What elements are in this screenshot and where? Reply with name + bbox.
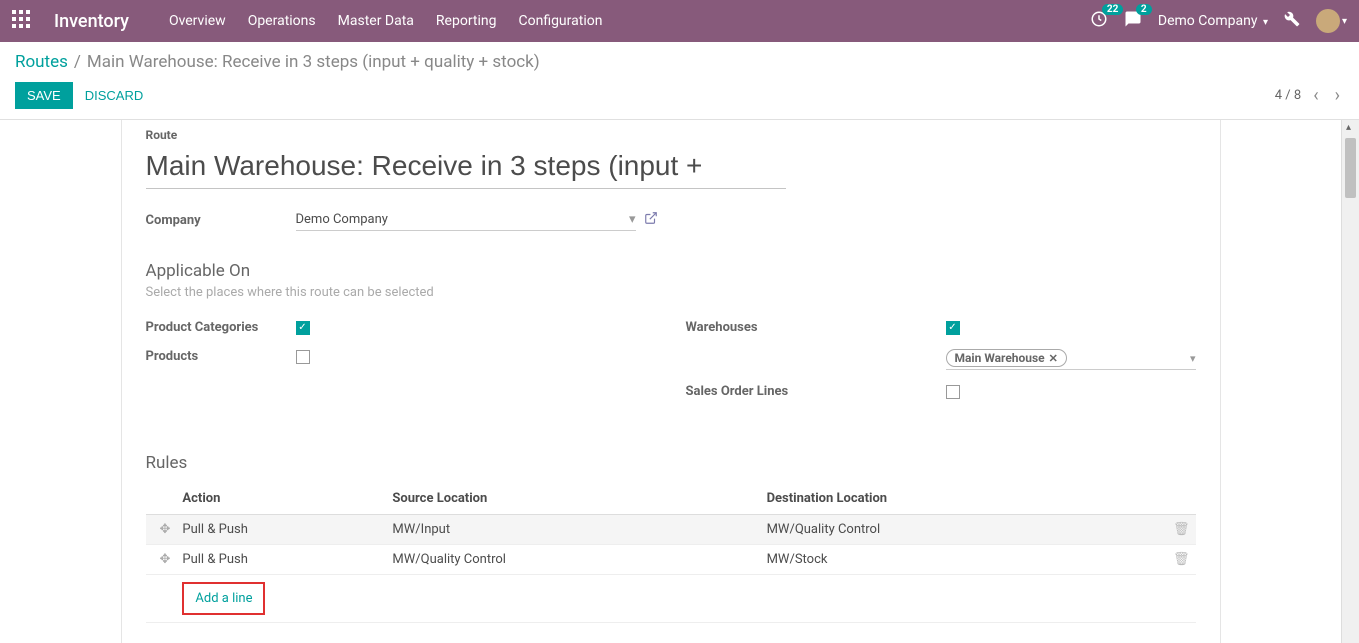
chevron-down-icon: ▾ bbox=[629, 212, 636, 227]
warehouse-tag[interactable]: Main Warehouse ✕ bbox=[946, 349, 1067, 367]
form-sheet: Route Company Demo Company ▾ Applicable … bbox=[121, 120, 1221, 643]
table-row[interactable]: ✥ Pull & Push MW/Input MW/Quality Contro… bbox=[146, 515, 1196, 545]
col-dest: Destination Location bbox=[761, 483, 1156, 515]
avatar bbox=[1316, 9, 1340, 33]
scroll-thumb[interactable] bbox=[1345, 138, 1356, 198]
action-bar: SAVE DISCARD 4 / 8 ‹ › bbox=[0, 76, 1359, 120]
pager-text: 4 / 8 bbox=[1275, 88, 1301, 103]
app-brand[interactable]: Inventory bbox=[54, 11, 129, 32]
drag-handle-icon[interactable]: ✥ bbox=[160, 552, 171, 567]
drag-handle-icon[interactable]: ✥ bbox=[160, 522, 171, 537]
breadcrumb-separator: / bbox=[74, 52, 81, 72]
messages-badge: 2 bbox=[1136, 4, 1152, 15]
chevron-down-icon: ▾ bbox=[1342, 16, 1347, 27]
breadcrumb-root[interactable]: Routes bbox=[15, 52, 68, 72]
rule-dest: MW/Quality Control bbox=[761, 515, 1156, 545]
applicable-on-desc: Select the places where this route can b… bbox=[146, 285, 1196, 300]
applicable-on-title: Applicable On bbox=[146, 261, 1196, 281]
company-switcher[interactable]: Demo Company ▾ bbox=[1158, 13, 1268, 29]
apps-icon[interactable] bbox=[12, 10, 34, 32]
scroll-up-icon[interactable]: ▴ bbox=[1346, 122, 1351, 133]
warehouse-tag-label: Main Warehouse bbox=[955, 351, 1045, 365]
trash-icon[interactable]: 🗑 bbox=[1173, 522, 1190, 537]
rule-action: Pull & Push bbox=[176, 545, 386, 575]
menu-operations[interactable]: Operations bbox=[248, 13, 316, 29]
user-menu[interactable]: ▾ bbox=[1316, 9, 1347, 33]
company-select[interactable]: Demo Company ▾ bbox=[296, 209, 636, 231]
col-source: Source Location bbox=[386, 483, 760, 515]
main-menu: Overview Operations Master Data Reportin… bbox=[169, 13, 603, 29]
company-field-label: Company bbox=[146, 213, 296, 228]
messages-icon[interactable]: 2 bbox=[1124, 10, 1142, 32]
table-row[interactable]: ✥ Pull & Push MW/Quality Control MW/Stoc… bbox=[146, 545, 1196, 575]
warehouse-tags-input[interactable]: Main Warehouse ✕ ▾ bbox=[946, 349, 1196, 370]
product-categories-label: Product Categories bbox=[146, 320, 296, 335]
breadcrumb: Routes / Main Warehouse: Receive in 3 st… bbox=[0, 42, 1359, 76]
scrollbar[interactable]: ▴ bbox=[1341, 120, 1359, 643]
rule-action: Pull & Push bbox=[176, 515, 386, 545]
rule-source: MW/Quality Control bbox=[386, 545, 760, 575]
top-navbar: Inventory Overview Operations Master Dat… bbox=[0, 0, 1359, 42]
company-label: Demo Company bbox=[1158, 13, 1258, 29]
chevron-down-icon: ▾ bbox=[1263, 17, 1268, 28]
external-link-icon[interactable] bbox=[644, 211, 658, 229]
activity-badge: 22 bbox=[1102, 4, 1123, 15]
sales-order-lines-label: Sales Order Lines bbox=[686, 384, 946, 399]
product-categories-checkbox[interactable]: ✓ bbox=[296, 321, 310, 335]
rule-dest: MW/Stock bbox=[761, 545, 1156, 575]
debug-icon[interactable] bbox=[1284, 11, 1300, 31]
discard-button[interactable]: DISCARD bbox=[85, 88, 144, 103]
rules-table: Action Source Location Destination Locat… bbox=[146, 483, 1196, 623]
breadcrumb-current: Main Warehouse: Receive in 3 steps (inpu… bbox=[87, 52, 540, 72]
warehouses-checkbox[interactable]: ✓ bbox=[946, 321, 960, 335]
menu-configuration[interactable]: Configuration bbox=[518, 13, 602, 29]
chevron-down-icon: ▾ bbox=[1190, 352, 1196, 365]
menu-overview[interactable]: Overview bbox=[169, 13, 226, 29]
sales-order-lines-checkbox[interactable] bbox=[946, 385, 960, 399]
products-checkbox[interactable] bbox=[296, 350, 310, 364]
menu-reporting[interactable]: Reporting bbox=[436, 13, 497, 29]
rule-source: MW/Input bbox=[386, 515, 760, 545]
route-name-input[interactable] bbox=[146, 144, 786, 189]
pager-next-icon[interactable]: › bbox=[1331, 85, 1344, 106]
route-field-label: Route bbox=[146, 128, 1196, 142]
activity-icon[interactable]: 22 bbox=[1090, 10, 1108, 32]
col-action: Action bbox=[176, 483, 386, 515]
company-value: Demo Company bbox=[296, 212, 388, 227]
trash-icon[interactable]: 🗑 bbox=[1173, 552, 1190, 567]
save-button[interactable]: SAVE bbox=[15, 82, 73, 109]
pager: 4 / 8 ‹ › bbox=[1275, 85, 1344, 106]
warehouses-label: Warehouses bbox=[686, 320, 946, 335]
add-line-highlight: Add a line bbox=[182, 582, 265, 615]
rules-title: Rules bbox=[146, 453, 1196, 473]
add-line-button[interactable]: Add a line bbox=[190, 586, 257, 611]
close-icon[interactable]: ✕ bbox=[1049, 352, 1058, 365]
products-label: Products bbox=[146, 349, 296, 364]
menu-master-data[interactable]: Master Data bbox=[338, 13, 414, 29]
pager-prev-icon[interactable]: ‹ bbox=[1309, 85, 1322, 106]
